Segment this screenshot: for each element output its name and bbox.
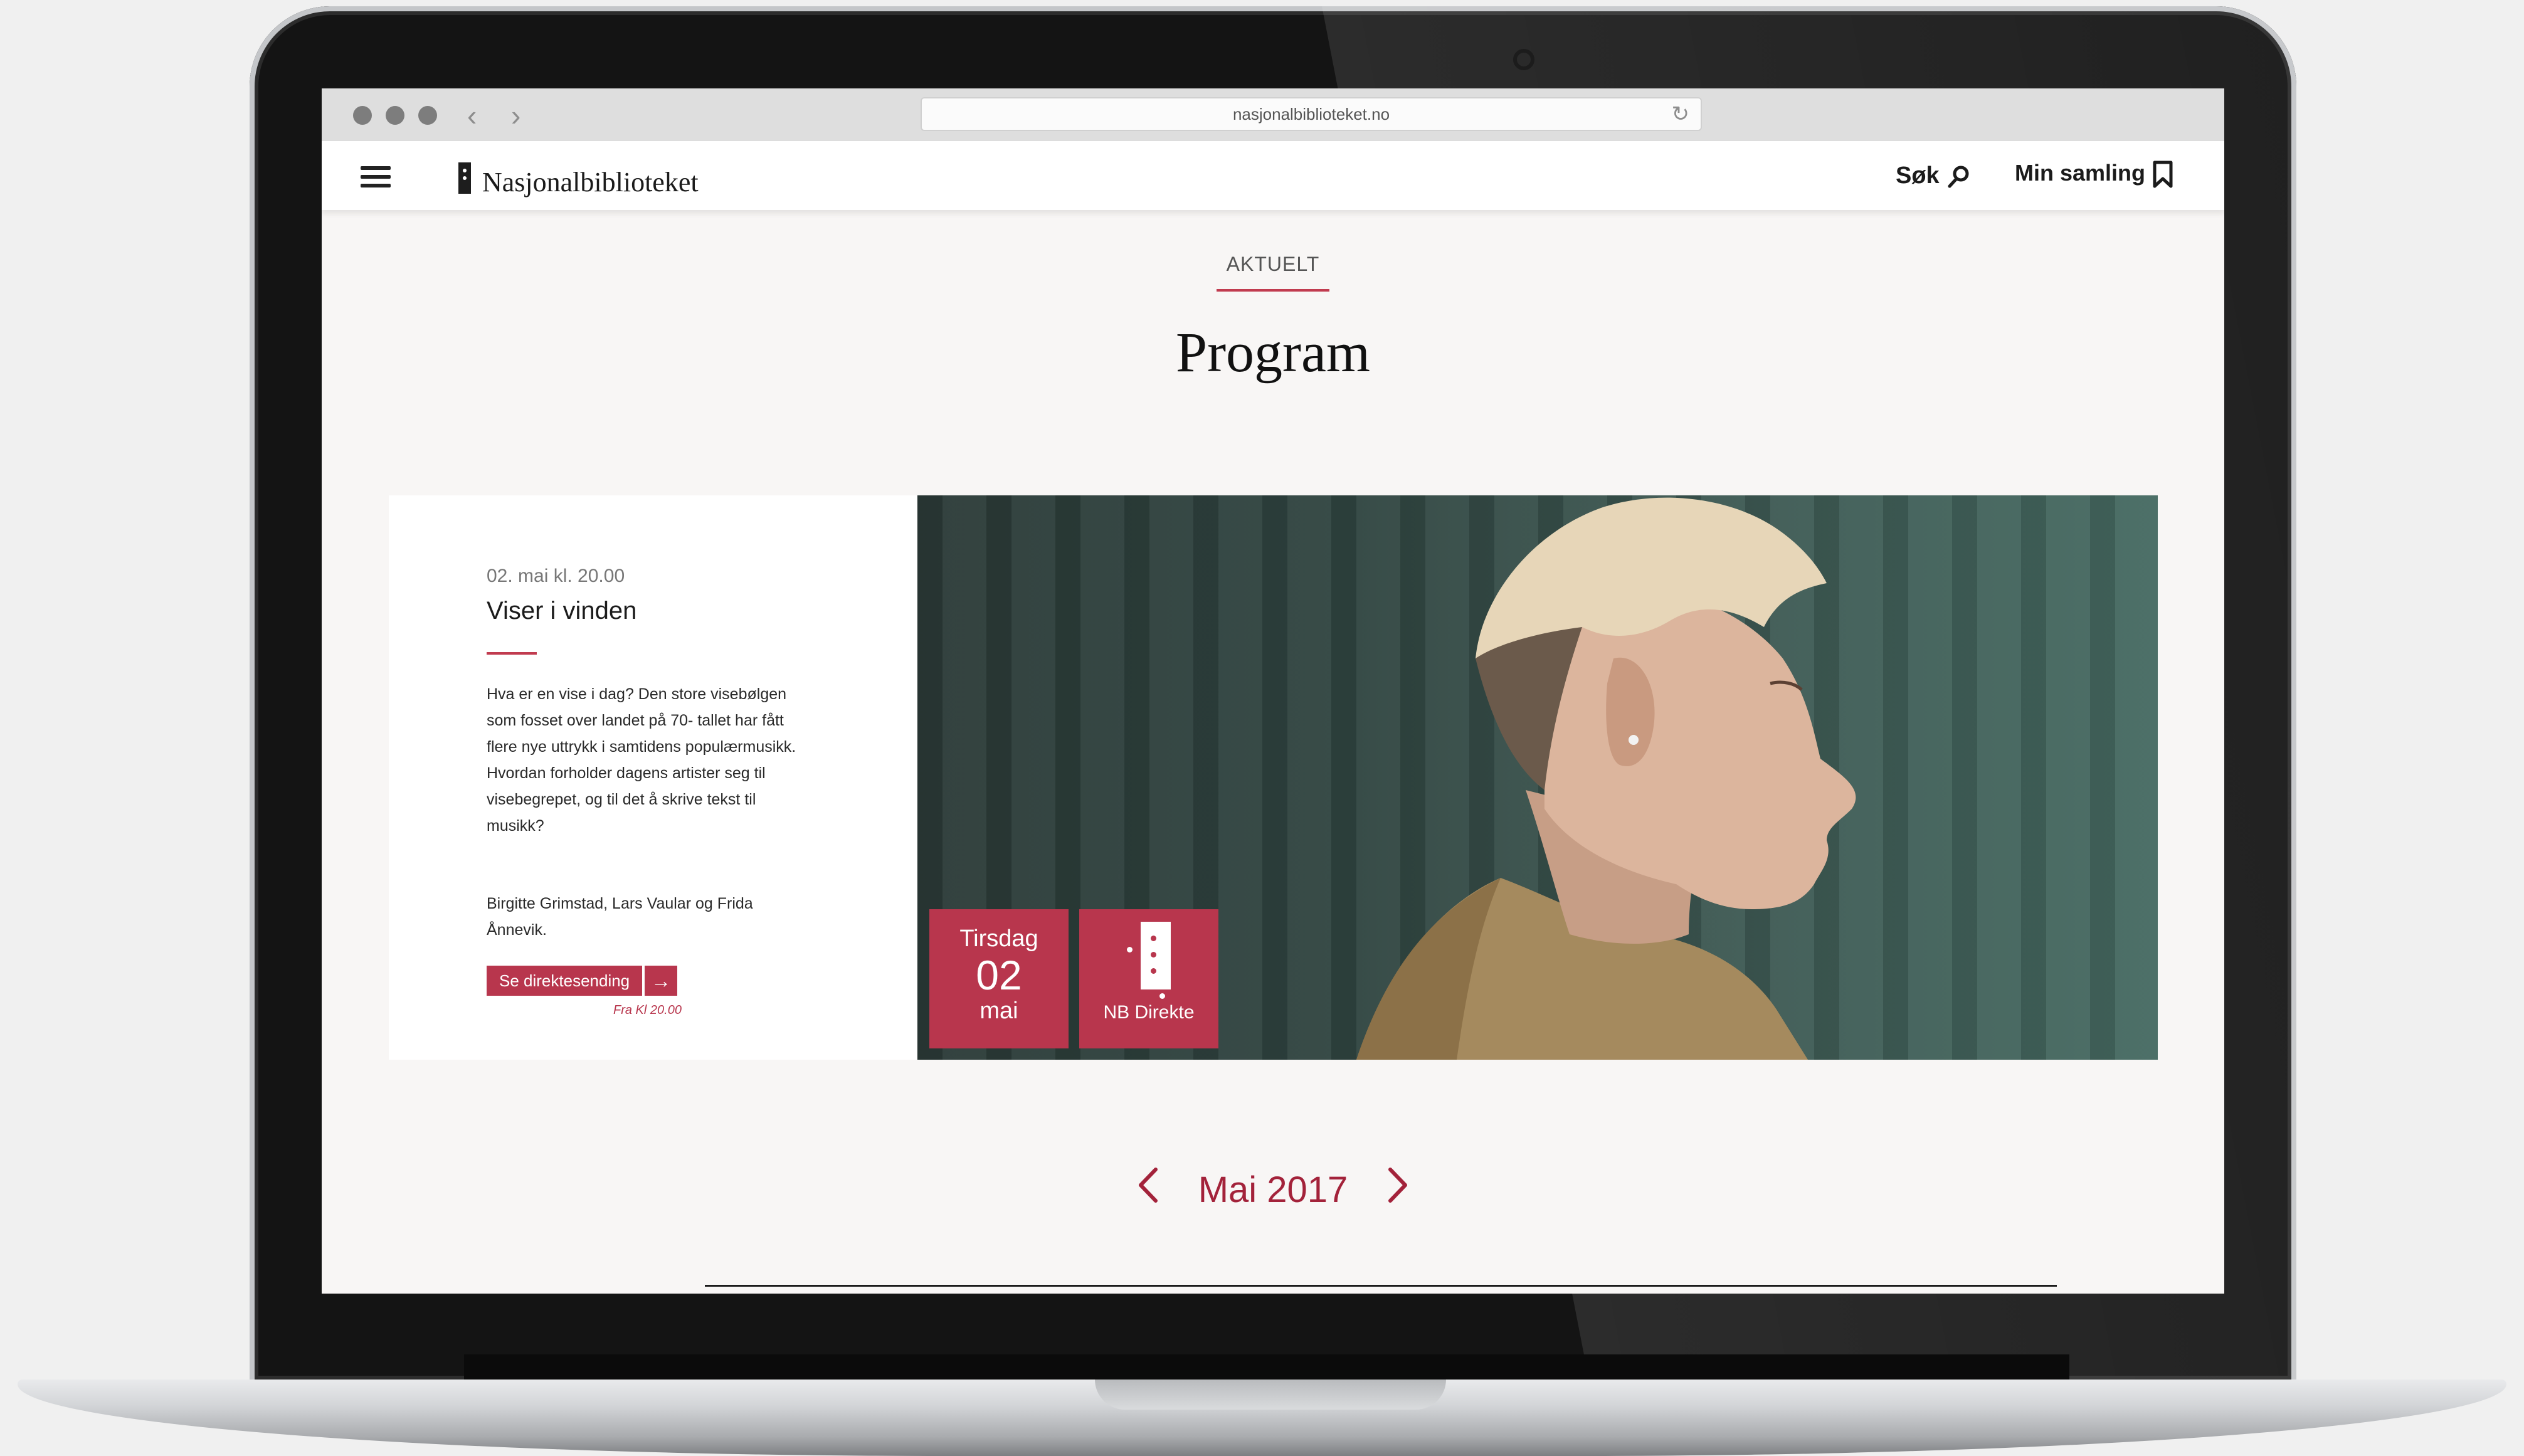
window-minimize-button[interactable] xyxy=(386,106,404,125)
next-month-icon[interactable] xyxy=(1385,1166,1410,1213)
event-datetime: 02. mai kl. 20.00 xyxy=(487,566,625,586)
page-title: Program xyxy=(1176,322,1370,384)
event-hero-image[interactable]: Tirsdag 02 mai NB Direkte xyxy=(917,495,2158,1060)
webcam xyxy=(1513,49,1534,70)
nb-direkte-tile[interactable]: NB Direkte xyxy=(1079,909,1218,1048)
event-title[interactable]: Viser i vinden xyxy=(487,597,636,625)
browser-forward-icon[interactable]: › xyxy=(511,100,520,131)
arrow-right-icon: → xyxy=(645,966,678,996)
nb-logo-icon xyxy=(1127,922,1171,999)
event-divider xyxy=(487,652,537,655)
calendar-divider xyxy=(705,1285,2057,1287)
logo-text: Nasjonalbiblioteket xyxy=(482,167,699,198)
kicker-underline xyxy=(1217,289,1329,292)
section-kicker[interactable]: AKTUELT xyxy=(322,253,2224,276)
broadcast-start-note: Fra Kl 20.00 xyxy=(613,1003,682,1017)
watch-live-label: Se direktesending xyxy=(487,966,643,996)
laptop-hinge xyxy=(464,1354,2069,1380)
address-bar[interactable]: nasjonalbiblioteket.no ↻ xyxy=(921,97,1702,131)
tile-month: mai xyxy=(980,998,1018,1024)
laptop-screen: ‹ › nasjonalbiblioteket.no ↻ Nasjonalbib… xyxy=(322,88,2224,1294)
window-close-button[interactable] xyxy=(353,106,372,125)
site-header: Nasjonalbiblioteket Søk Min samling xyxy=(322,141,2224,210)
tile-day-number: 02 xyxy=(976,952,1022,998)
menu-icon[interactable] xyxy=(361,166,391,193)
window-maximize-button[interactable] xyxy=(418,106,437,125)
previous-month-icon[interactable] xyxy=(1136,1166,1161,1213)
browser-toolbar: ‹ › nasjonalbiblioteket.no ↻ xyxy=(322,88,2224,142)
logo-mark-icon xyxy=(458,162,471,194)
bookmark-icon xyxy=(2153,161,2173,188)
event-performers: Birgitte Grimstad, Lars Vaular og Frida … xyxy=(487,895,753,939)
reload-icon[interactable]: ↻ xyxy=(1672,98,1690,130)
my-collection-button[interactable]: Min samling xyxy=(2015,160,2174,189)
event-card: 02. mai kl. 20.00 Viser i vinden Hva er … xyxy=(389,495,917,1060)
laptop-notch xyxy=(1095,1380,1446,1410)
current-month-label: Mai 2017 xyxy=(1198,1169,1348,1210)
tile-day-name: Tirsdag xyxy=(959,926,1038,952)
nb-direkte-label: NB Direkte xyxy=(1103,1002,1195,1023)
search-button[interactable]: Søk xyxy=(1896,162,1971,189)
watch-live-button[interactable]: Se direktesending → xyxy=(487,966,678,996)
event-description: Hva er en vise i dag? Den store visebølg… xyxy=(487,685,796,835)
address-text: nasjonalbiblioteket.no xyxy=(1232,105,1390,124)
month-navigation: Mai 2017 xyxy=(322,1166,2224,1213)
search-icon xyxy=(1948,166,1969,188)
search-label: Søk xyxy=(1896,162,1940,189)
my-collection-label: Min samling xyxy=(2015,160,2146,186)
event-date-tile: Tirsdag 02 mai xyxy=(929,909,1069,1048)
browser-back-icon[interactable]: ‹ xyxy=(467,100,477,131)
